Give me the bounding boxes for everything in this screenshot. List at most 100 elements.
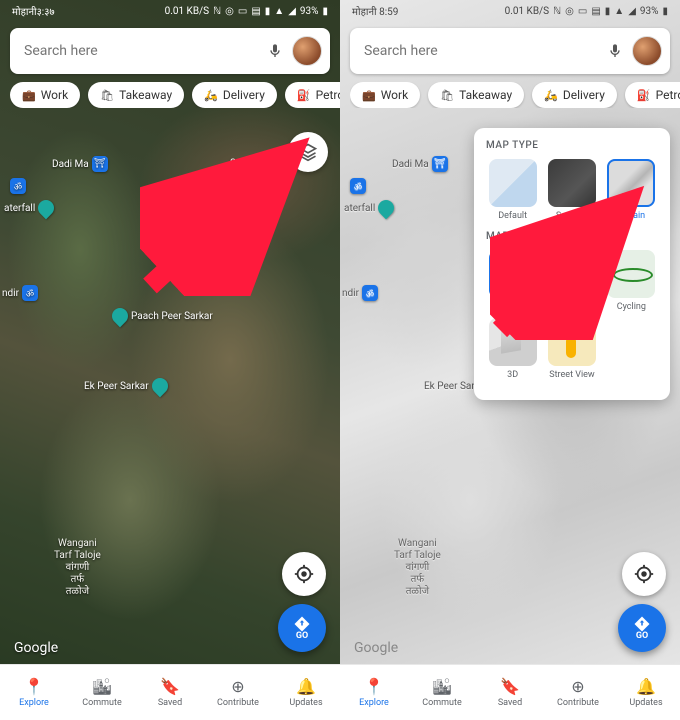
nfc-icon: ℕ [213,6,221,17]
wifi-icon: ▲ [614,6,624,17]
chip-work[interactable]: 💼Work [350,82,420,108]
my-location-button[interactable] [622,552,666,596]
vibrate-icon: ▤ [251,6,260,17]
nav-contribute[interactable]: ⊕Contribute [544,665,612,720]
tile-cycling[interactable]: Cycling [605,250,658,312]
contribute-icon: ⊕ [231,677,244,696]
phone-left-satellite: मोहानी३:३७ 0.01 KB/S ℕ ◎ ▭ ▤ ▮ ▲ ◢ 93% ▮… [0,0,340,720]
status-time: मोहानी 8:59 [352,4,398,18]
contribute-icon: ⊕ [571,677,584,696]
pump-icon: ⛽ [297,89,311,102]
status-icons: 0.01 KB/S ℕ ◎ ▭ ▤ ▮ ▲ ◢ 93% ▮ [505,6,668,17]
chip-delivery[interactable]: 🛵Delivery [192,82,277,108]
google-attribution: Google [14,640,58,656]
chip-takeaway[interactable]: 🛍Takeaway [88,82,184,108]
nav-explore[interactable]: 📍Explore [0,665,68,720]
my-location-button[interactable] [282,552,326,596]
nav-saved[interactable]: 🔖Saved [476,665,544,720]
battery-pct: 93% [640,6,659,17]
streetview-thumb-icon [548,318,596,366]
chip-takeaway[interactable]: 🛍Takeaway [428,82,524,108]
updates-icon: 🔔 [636,677,656,696]
wifi-icon: ▲ [274,6,284,17]
layers-panel: MAP TYPE Default Satellite Terrain MAP D… [474,128,670,400]
map-pin-paach[interactable]: Paach Peer Sarkar [112,308,213,324]
updates-icon: 🔔 [296,677,316,696]
chip-petrol[interactable]: ⛽Petrol [625,82,680,108]
layers-button[interactable] [288,132,328,172]
terrain-thumb-icon [607,159,655,207]
waterfall-icon [375,197,398,220]
threed-thumb-icon [489,318,537,366]
tile-3d[interactable]: 3D [486,318,539,380]
map-area-wangani: Wangani Tarf Taloje वांगणी तर्फ तळोजे [54,538,101,598]
om-icon: ॐ [22,285,38,301]
saved-icon: 🔖 [160,677,180,696]
tile-streetview[interactable]: Street View [545,318,598,380]
mic-icon[interactable] [604,40,626,62]
status-datarate: 0.01 KB/S [505,6,550,17]
sim-icon: ▮ [605,6,611,17]
map-pin-om[interactable]: ॐ [350,178,366,194]
panel-heading-maptype: MAP TYPE [486,140,658,151]
go-navigate-button[interactable]: GO [278,604,326,652]
nav-saved[interactable]: 🔖Saved [136,665,204,720]
map-pin-mandir[interactable]: ndirॐ [342,285,378,301]
location-icon: ◎ [225,6,234,17]
mapdetails-grid: Transport Traffic Cycling 3D Street View [486,250,658,380]
search-input[interactable] [24,43,264,59]
map-pin-waterfall[interactable]: aterfall [344,200,394,216]
waterfall-icon [35,197,58,220]
nav-updates[interactable]: 🔔Updates [272,665,340,720]
search-bar[interactable] [10,28,330,74]
bag-icon: 🛍 [100,89,114,102]
chip-petrol[interactable]: ⛽Petrol [285,82,340,108]
tile-traffic[interactable]: Traffic [545,250,598,312]
status-bar: मोहानी 8:59 0.01 KB/S ℕ ◎ ▭ ▤ ▮ ▲ ◢ 93% … [340,0,680,22]
map-pin-waterfall[interactable]: aterfall [4,200,54,216]
tile-satellite[interactable]: Satellite [545,159,598,221]
nav-commute[interactable]: 🏙Commute [408,665,476,720]
bottom-nav: 📍Explore 🏙Commute 🔖Saved ⊕Contribute 🔔Up… [340,664,680,720]
go-navigate-button[interactable]: GO [618,604,666,652]
status-icons: 0.01 KB/S ℕ ◎ ▭ ▤ ▮ ▲ ◢ 93% ▮ [165,6,328,17]
traffic-thumb-icon [548,250,596,298]
map-pin-mandir[interactable]: ndirॐ [2,285,38,301]
map-pin-om[interactable]: ॐ [10,178,26,194]
search-input[interactable] [364,43,604,59]
maptype-grid: Default Satellite Terrain [486,159,658,221]
nav-explore[interactable]: 📍Explore [340,665,408,720]
map-pin-dadi[interactable]: Dadi Ma⛩ [392,156,448,172]
nav-contribute[interactable]: ⊕Contribute [204,665,272,720]
map-pin-dadi[interactable]: Dadi Ma⛩ [52,156,108,172]
om-icon: ॐ [362,285,378,301]
nav-updates[interactable]: 🔔Updates [612,665,680,720]
nav-commute[interactable]: 🏙Commute [68,665,136,720]
tile-default[interactable]: Default [486,159,539,221]
search-bar[interactable] [350,28,670,74]
om-icon: ॐ [350,178,366,194]
map-pin-ek[interactable]: Ek Peer Sarkar [84,378,168,394]
tile-terrain[interactable]: Terrain [605,159,658,221]
satellite-thumb-icon [548,159,596,207]
place-icon [109,305,132,328]
commute-icon: 🏙 [432,677,452,696]
go-label: GO [296,631,308,641]
pump-icon: ⛽ [637,89,651,102]
profile-avatar[interactable] [292,36,322,66]
chip-work[interactable]: 💼Work [10,82,80,108]
saved-icon: 🔖 [500,677,520,696]
sim-icon: ▮ [265,6,271,17]
mic-icon[interactable] [264,40,286,62]
category-chips: 💼Work 🛍Takeaway 🛵Delivery ⛽Petrol 🛒 [10,82,340,108]
nfc-icon: ℕ [553,6,561,17]
battery-pct: 93% [300,6,319,17]
battery-icon: ▮ [322,6,328,17]
tile-transport[interactable]: Transport [486,250,539,312]
chip-delivery[interactable]: 🛵Delivery [532,82,617,108]
status-datarate: 0.01 KB/S [165,6,210,17]
map-area-wangani: Wangani Tarf Taloje वांगणी तर्फ तळोजे [394,538,441,598]
profile-avatar[interactable] [632,36,662,66]
location-icon: ◎ [565,6,574,17]
bag-icon: 🛍 [440,89,454,102]
